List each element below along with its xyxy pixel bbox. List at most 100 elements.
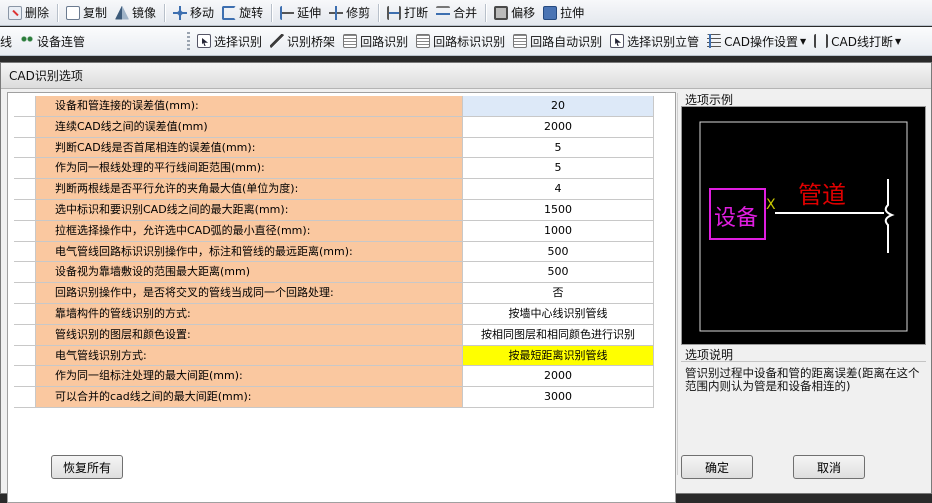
offset-button[interactable]: 偏移 — [490, 2, 539, 24]
row-header[interactable] — [14, 345, 36, 366]
cad-break-dropdown[interactable]: CAD线打断 ▼ — [810, 30, 905, 52]
preview-drawing: 设备 X 管道 — [699, 121, 908, 332]
option-row[interactable]: 选中标识和要识别CAD线之间的最大距离(mm): 1500 — [14, 199, 654, 221]
option-row[interactable]: 设备和管连接的误差值(mm): 20 — [14, 96, 654, 117]
stretch-button[interactable]: 拉伸 — [539, 2, 588, 24]
break-button[interactable]: 打断 — [383, 2, 432, 24]
extend-icon — [280, 5, 295, 20]
option-value[interactable]: 1000 — [463, 220, 654, 241]
copy-button[interactable]: 复制 — [62, 2, 111, 24]
cancel-button[interactable]: 取消 — [793, 455, 865, 479]
option-value[interactable]: 否 — [463, 283, 654, 303]
toolbar-separator — [271, 3, 273, 22]
option-value[interactable]: 按相同图层和相同颜色进行识别 — [463, 324, 654, 345]
option-row[interactable]: 回路识别操作中，是否将交叉的管线当成同一个回路处理: 否 — [14, 283, 654, 304]
row-header[interactable] — [14, 262, 36, 283]
recognize-bridge-button[interactable]: 识别桥架 — [266, 30, 339, 52]
cad-settings-dropdown[interactable]: CAD操作设置 ▼ — [703, 30, 810, 52]
option-label: 电气管线识别方式: — [36, 345, 463, 366]
row-header[interactable] — [14, 366, 36, 387]
option-row[interactable]: 管线识别的图层和颜色设置: 按相同图层和相同颜色进行识别 — [14, 324, 654, 346]
recognize-toolbar: 线 设备连管 选择识别 识别桥架 回路识别 回路标识识别 回路自动识别 选择识别… — [0, 27, 932, 56]
trim-icon — [329, 5, 344, 20]
loop-auto-recognize-button[interactable]: 回路自动识别 — [509, 30, 606, 52]
option-row[interactable]: 连续CAD线之间的误差值(mm) 2000 — [14, 116, 654, 138]
mirror-icon — [115, 5, 130, 20]
option-value[interactable]: 2000 — [463, 366, 654, 387]
merge-button[interactable]: 合并 — [432, 2, 481, 24]
device-connect-icon — [20, 34, 35, 48]
marker-text: X — [766, 197, 776, 213]
option-label: 管线识别的图层和颜色设置: — [36, 324, 463, 345]
row-header[interactable] — [14, 158, 36, 179]
preview-canvas: 设备 X 管道 — [681, 106, 926, 345]
extend-button[interactable]: 延伸 — [276, 2, 325, 24]
row-header[interactable] — [14, 96, 36, 116]
trim-button[interactable]: 修剪 — [325, 2, 374, 24]
row-header[interactable] — [14, 137, 36, 158]
option-row[interactable]: 电气管线识别方式: 按最短距离识别管线 — [14, 345, 654, 367]
option-row[interactable]: 作为同一组标注处理的最大间距(mm): 2000 — [14, 366, 654, 388]
stretch-icon — [543, 5, 558, 20]
option-value[interactable]: 1500 — [463, 199, 654, 220]
row-header[interactable] — [14, 283, 36, 303]
cad-settings-icon — [707, 34, 722, 48]
select-recognize-icon — [197, 34, 212, 48]
toolbar-separator — [485, 3, 487, 22]
row-header[interactable] — [14, 324, 36, 345]
delete-icon — [8, 5, 22, 20]
option-row[interactable]: 电气管线回路标识识别操作中，标注和管线的最远距离(mm): 500 — [14, 241, 654, 263]
description-box: 管识别过程中设备和管的距离误差(距离在这个范围内则认为管是和设备相连的) — [681, 361, 926, 441]
select-riser-button[interactable]: 选择识别立管 — [606, 30, 703, 52]
ok-button[interactable]: 确定 — [681, 455, 753, 479]
option-value[interactable]: 2000 — [463, 116, 654, 137]
row-header[interactable] — [14, 199, 36, 220]
loop-recognize-button[interactable]: 回路识别 — [339, 30, 412, 52]
option-row[interactable]: 拉框选择操作中，允许选中CAD弧的最小直径(mm): 1000 — [14, 220, 654, 242]
option-row[interactable]: 设备视为靠墙敷设的范围最大距离(mm) 500 — [14, 262, 654, 284]
option-value[interactable]: 3000 — [463, 387, 654, 407]
select-recognize-button[interactable]: 选择识别 — [193, 30, 266, 52]
row-header[interactable] — [14, 387, 36, 407]
row-header[interactable] — [14, 179, 36, 199]
row-header[interactable] — [14, 241, 36, 262]
option-value[interactable]: 5 — [463, 137, 654, 158]
rotate-button[interactable]: 旋转 — [218, 2, 267, 24]
loop-label-recognize-button[interactable]: 回路标识识别 — [412, 30, 509, 52]
option-row[interactable]: 靠墙构件的管线识别的方式: 按墙中心线识别管线 — [14, 303, 654, 325]
option-label: 判断CAD线是否首尾相连的误差值(mm): — [36, 137, 463, 158]
restore-all-button[interactable]: 恢复所有 — [51, 455, 123, 479]
option-row[interactable]: 作为同一根线处理的平行线间距范围(mm): 5 — [14, 158, 654, 180]
break-icon — [387, 5, 402, 20]
description-text: 管识别过程中设备和管的距离误差(距离在这个范围内则认为管是和设备相连的) — [685, 366, 920, 393]
dialog-titlebar[interactable]: CAD识别选项 — [1, 63, 931, 89]
option-value[interactable]: 5 — [463, 158, 654, 179]
option-value[interactable]: 500 — [463, 241, 654, 262]
bridge-icon — [270, 34, 285, 48]
option-value[interactable]: 4 — [463, 179, 654, 199]
option-value[interactable]: 按墙中心线识别管线 — [463, 303, 654, 324]
option-row[interactable]: 判断两根线是否平行允许的夹角最大值(单位为度): 4 — [14, 179, 654, 200]
option-label: 设备视为靠墙敷设的范围最大距离(mm) — [36, 262, 463, 283]
option-value[interactable]: 500 — [463, 262, 654, 283]
option-row[interactable]: 判断CAD线是否首尾相连的误差值(mm): 5 — [14, 137, 654, 159]
loop-label-icon — [416, 34, 431, 48]
pipe-text: 管道 — [798, 181, 846, 209]
device-connect-button[interactable]: 设备连管 — [16, 30, 89, 52]
option-label: 电气管线回路标识识别操作中，标注和管线的最远距离(mm): — [36, 241, 463, 262]
toolbar-grip[interactable] — [187, 32, 191, 50]
line-button[interactable]: 线 — [0, 30, 16, 52]
delete-button[interactable]: 删除 — [0, 2, 53, 24]
option-label: 作为同一组标注处理的最大间距(mm): — [36, 366, 463, 387]
mirror-button[interactable]: 镜像 — [111, 2, 160, 24]
row-header[interactable] — [14, 303, 36, 324]
option-value[interactable]: 按最短距离识别管线 — [463, 345, 654, 366]
option-label: 判断两根线是否平行允许的夹角最大值(单位为度): — [36, 179, 463, 199]
device-text: 设备 — [714, 206, 758, 231]
option-value[interactable]: 20 — [463, 96, 654, 116]
option-row[interactable]: 可以合并的cad线之间的最大间距(mm): 3000 — [14, 387, 654, 408]
row-header[interactable] — [14, 116, 36, 137]
row-header[interactable] — [14, 220, 36, 241]
option-label: 连续CAD线之间的误差值(mm) — [36, 116, 463, 137]
move-button[interactable]: 移动 — [169, 2, 218, 24]
